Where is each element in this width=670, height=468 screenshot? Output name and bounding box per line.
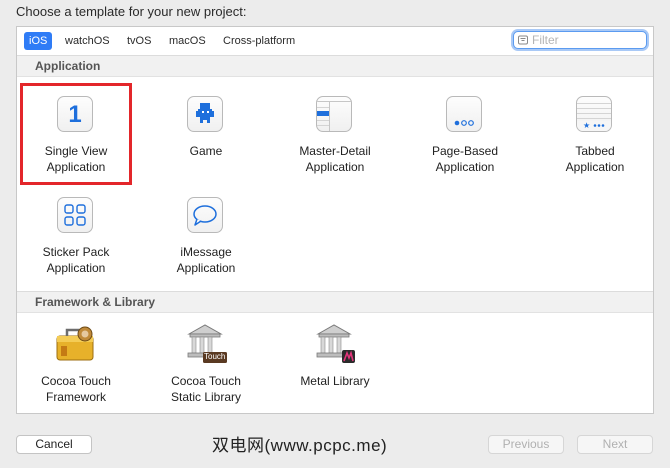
template-label: Master-Detail Application (299, 144, 371, 174)
template-label: Game (189, 144, 223, 158)
next-button[interactable]: Next (577, 435, 653, 454)
single-view-glyph: 1 (68, 101, 82, 128)
template-label: Cocoa Touch Framework (41, 374, 111, 404)
page-based-icon (446, 96, 484, 134)
metal-library-icon (316, 324, 355, 364)
template-single-view-application[interactable]: 1 Single View Application (17, 87, 136, 183)
touch-badge: Touch (204, 352, 226, 361)
template-label: Sticker Pack Application (42, 245, 110, 275)
dialog-heading: Choose a template for your new project: (16, 4, 247, 19)
static-library-icon: Touch (187, 324, 227, 364)
sticker-pack-icon (57, 197, 95, 235)
section-header-framework-library: Framework & Library (17, 291, 653, 313)
filter-input[interactable] (532, 33, 642, 47)
section-header-application: Application (17, 55, 653, 77)
previous-button[interactable]: Previous (488, 435, 564, 454)
watermark-text: 双电网(www.pcpc.me) (212, 436, 388, 455)
tab-ios[interactable]: iOS (24, 32, 53, 50)
filter-icon (518, 35, 528, 45)
single-view-icon: 1 (57, 96, 95, 134)
game-icon (187, 96, 225, 134)
filter-field[interactable] (513, 31, 647, 49)
template-cocoa-touch-framework[interactable]: Cocoa Touch Framework (17, 317, 136, 413)
template-imessage-application[interactable]: iMessage Application (146, 188, 266, 284)
template-label: Cocoa Touch Static Library (170, 374, 242, 404)
tab-macos[interactable]: macOS (164, 32, 211, 50)
toolbox-icon (56, 326, 95, 364)
imessage-icon (187, 197, 225, 235)
template-chooser-panel: iOS watchOS tvOS macOS Cross-platform Ap… (16, 26, 654, 414)
template-game[interactable]: Game (146, 87, 266, 183)
template-page-based-application[interactable]: Page-Based Application (405, 87, 525, 183)
svg-text:★: ★ (583, 121, 590, 130)
template-master-detail-application[interactable]: Master-Detail Application (275, 87, 395, 183)
tab-tvos[interactable]: tvOS (122, 32, 156, 50)
template-tabbed-application[interactable]: ★ Tabbed Application (535, 87, 653, 183)
template-sticker-pack-application[interactable]: Sticker Pack Application (17, 188, 136, 284)
tabbed-icon: ★ (576, 96, 614, 134)
template-label: Metal Library (300, 374, 370, 388)
template-label: Page-Based Application (431, 144, 499, 174)
tab-watchos[interactable]: watchOS (60, 32, 115, 50)
cancel-button[interactable]: Cancel (16, 435, 92, 454)
template-label: iMessage Application (176, 245, 236, 275)
template-metal-library[interactable]: Metal Library (275, 317, 395, 413)
master-detail-icon (316, 96, 354, 134)
template-label: Tabbed Application (565, 144, 625, 174)
platform-tab-bar: iOS watchOS tvOS macOS Cross-platform (17, 27, 653, 55)
tab-cross-platform[interactable]: Cross-platform (218, 32, 300, 50)
template-cocoa-touch-static-library[interactable]: Touch Cocoa Touch Static Library (146, 317, 266, 413)
template-label: Single View Application (44, 144, 108, 174)
